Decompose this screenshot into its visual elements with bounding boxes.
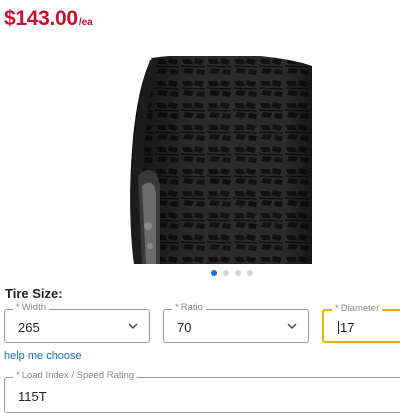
diameter-select[interactable]: * Diameter 17 xyxy=(322,303,400,343)
chevron-down-icon xyxy=(287,323,297,329)
tire-size-heading: Tire Size: xyxy=(5,286,63,301)
load-speed-value: 115T xyxy=(18,389,47,404)
load-speed-select[interactable]: * Load Index / Speed Rating 115T xyxy=(4,370,400,413)
width-value: 265 xyxy=(18,320,40,335)
price-amount: $143.00 xyxy=(4,7,78,30)
load-speed-label: * Load Index / Speed Rating xyxy=(13,370,138,381)
carousel-dot-4[interactable] xyxy=(247,270,253,276)
text-caret xyxy=(338,321,339,334)
diameter-value: 17 xyxy=(338,320,355,335)
help-me-choose-link[interactable]: help me choose xyxy=(4,350,82,362)
product-image-tire[interactable] xyxy=(128,56,314,264)
chevron-down-icon xyxy=(128,323,138,329)
width-label: * Width xyxy=(13,302,49,313)
ratio-select[interactable]: * Ratio 70 xyxy=(163,302,309,343)
carousel-dot-2[interactable] xyxy=(223,270,229,276)
price-unit: /ea xyxy=(78,17,93,28)
ratio-value: 70 xyxy=(177,320,192,335)
image-carousel-dots xyxy=(211,270,253,276)
ratio-label: * Ratio xyxy=(172,302,206,313)
tire-illustration xyxy=(128,56,314,264)
carousel-dot-1[interactable] xyxy=(211,270,217,276)
price-display: $143.00 /ea xyxy=(4,7,93,31)
carousel-dot-3[interactable] xyxy=(235,270,241,276)
width-select[interactable]: * Width 265 xyxy=(4,302,150,343)
diameter-label: * Diameter xyxy=(332,303,383,314)
